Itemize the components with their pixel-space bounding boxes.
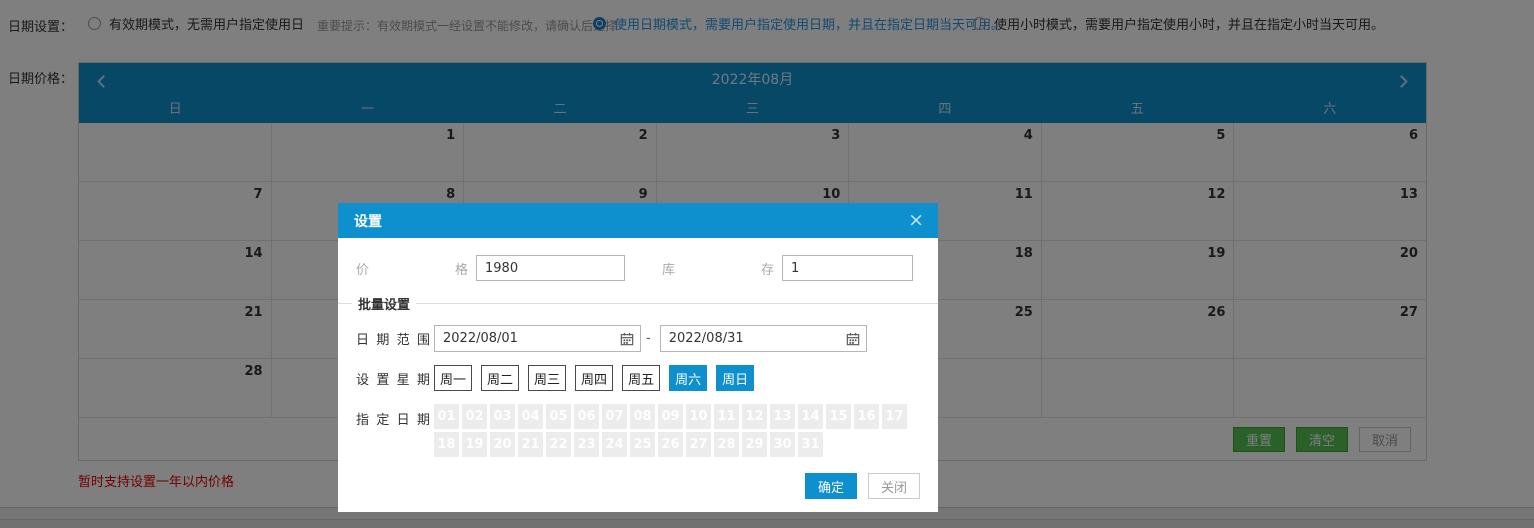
day-chip: 31 xyxy=(798,432,823,457)
day-chip: 02 xyxy=(462,404,487,429)
price-field-label: 价格 xyxy=(356,259,468,278)
section-divider xyxy=(416,303,938,304)
weekday-toggle-button[interactable]: 周三 xyxy=(528,365,566,391)
day-chip: 23 xyxy=(574,432,599,457)
close-icon[interactable]: × xyxy=(908,211,924,230)
weekday-toggle-button[interactable]: 周二 xyxy=(481,365,519,391)
dialog-body: 价格 库存 批量设置 日期范围 - xyxy=(338,255,938,512)
weekday-toggle-button[interactable]: 周五 xyxy=(622,365,660,391)
day-chip: 09 xyxy=(658,404,683,429)
day-chip: 19 xyxy=(462,432,487,457)
price-input[interactable] xyxy=(476,255,625,281)
day-chip: 25 xyxy=(630,432,655,457)
day-chip-rows: 0102030405060708091011121314151617 18192… xyxy=(434,404,907,457)
day-chip: 30 xyxy=(770,432,795,457)
date-range-label: 日期范围 xyxy=(356,329,430,348)
date-range-end-field[interactable] xyxy=(660,325,867,352)
confirm-button[interactable]: 确定 xyxy=(805,473,857,499)
day-chip: 08 xyxy=(630,404,655,429)
batch-settings-section: 批量设置 xyxy=(338,294,938,313)
day-chip: 20 xyxy=(490,432,515,457)
day-chip: 29 xyxy=(742,432,767,457)
calendar-icon[interactable] xyxy=(846,332,860,346)
day-chip-row-2: 1819202122232425262728293031 xyxy=(434,432,907,457)
weekday-toggle-button[interactable]: 周一 xyxy=(434,365,472,391)
day-chip: 14 xyxy=(798,404,823,429)
day-chip: 01 xyxy=(434,404,459,429)
day-chip: 05 xyxy=(546,404,571,429)
date-range-start-input[interactable] xyxy=(435,326,640,351)
stock-field-label: 库存 xyxy=(662,259,774,278)
day-chip: 10 xyxy=(686,404,711,429)
day-chip: 15 xyxy=(826,404,851,429)
day-chip: 21 xyxy=(518,432,543,457)
weekday-toggle-button[interactable]: 周日 xyxy=(716,365,754,391)
day-chip: 24 xyxy=(602,432,627,457)
calendar-icon[interactable] xyxy=(620,332,634,346)
weekday-toggle-group: 周一周二周三周四周五周六周日 xyxy=(434,365,754,391)
date-range-start-field[interactable] xyxy=(434,325,641,352)
date-range-separator: - xyxy=(646,331,651,346)
batch-settings-title: 批量设置 xyxy=(352,294,416,313)
weekday-toggle-button[interactable]: 周六 xyxy=(669,365,707,391)
day-chip: 13 xyxy=(770,404,795,429)
date-range-end-input[interactable] xyxy=(661,326,866,351)
day-chip: 12 xyxy=(742,404,767,429)
day-chip: 18 xyxy=(434,432,459,457)
day-chip: 17 xyxy=(882,404,907,429)
day-chip-row-1: 0102030405060708091011121314151617 xyxy=(434,404,907,429)
day-chip: 16 xyxy=(854,404,879,429)
section-divider xyxy=(338,303,352,304)
specify-date-label: 指定日期 xyxy=(356,409,430,428)
day-chip: 11 xyxy=(714,404,739,429)
day-chip: 04 xyxy=(518,404,543,429)
day-chip: 06 xyxy=(574,404,599,429)
day-chip: 28 xyxy=(714,432,739,457)
stock-input[interactable] xyxy=(782,255,913,281)
day-chip: 27 xyxy=(686,432,711,457)
close-button[interactable]: 关闭 xyxy=(868,473,920,499)
weekday-toggle-button[interactable]: 周四 xyxy=(575,365,613,391)
day-chip: 03 xyxy=(490,404,515,429)
day-chip: 07 xyxy=(602,404,627,429)
dialog-footer: 确定 关闭 xyxy=(356,473,920,499)
dialog-header: 设置 × xyxy=(338,203,938,238)
day-chip: 26 xyxy=(658,432,683,457)
settings-dialog: 设置 × 价格 库存 批量设置 日期范围 xyxy=(338,203,938,512)
day-chip: 22 xyxy=(546,432,571,457)
set-weekday-label: 设置星期 xyxy=(356,369,430,388)
dialog-title: 设置 xyxy=(354,211,382,231)
